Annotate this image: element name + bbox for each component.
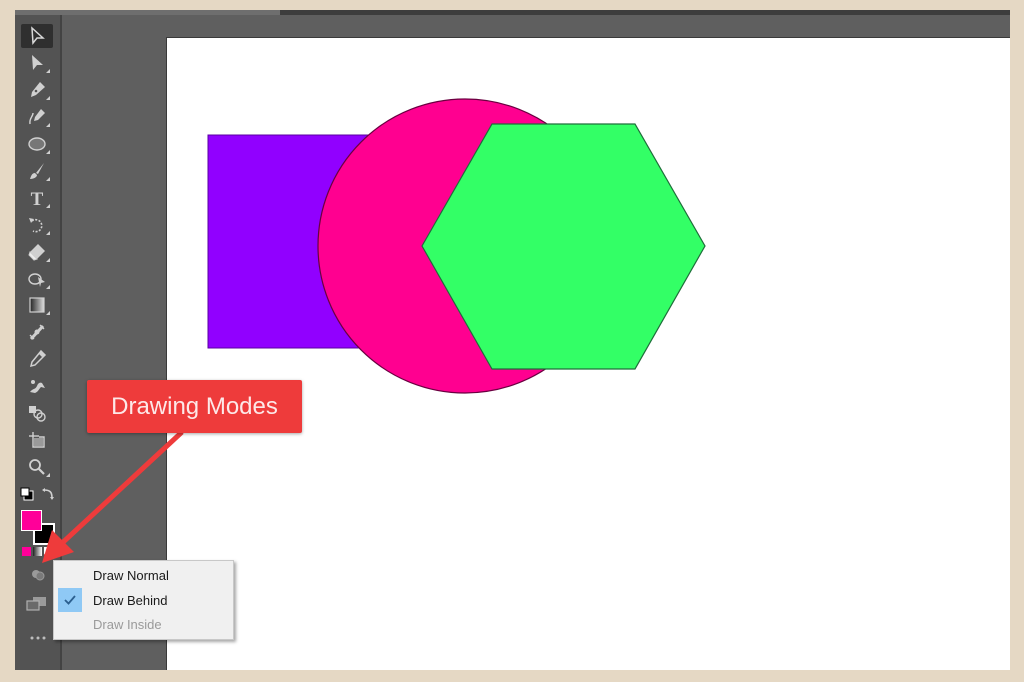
checkmark-icon <box>58 588 82 612</box>
menu-item-label: Draw Behind <box>93 593 168 608</box>
menu-item-label: Draw Inside <box>93 617 162 632</box>
menu-item-draw-inside: Draw Inside <box>54 612 233 636</box>
callout-label: Drawing Modes <box>111 392 278 420</box>
annotation-arrow <box>42 430 184 563</box>
drawing-modes-callout: Drawing Modes <box>87 380 302 433</box>
drawing-modes-menu: Draw Normal Draw Behind Draw Inside <box>53 560 234 640</box>
menu-item-draw-behind[interactable]: Draw Behind <box>54 588 233 612</box>
menu-item-label: Draw Normal <box>93 568 169 583</box>
menu-item-draw-normal[interactable]: Draw Normal <box>54 563 233 587</box>
